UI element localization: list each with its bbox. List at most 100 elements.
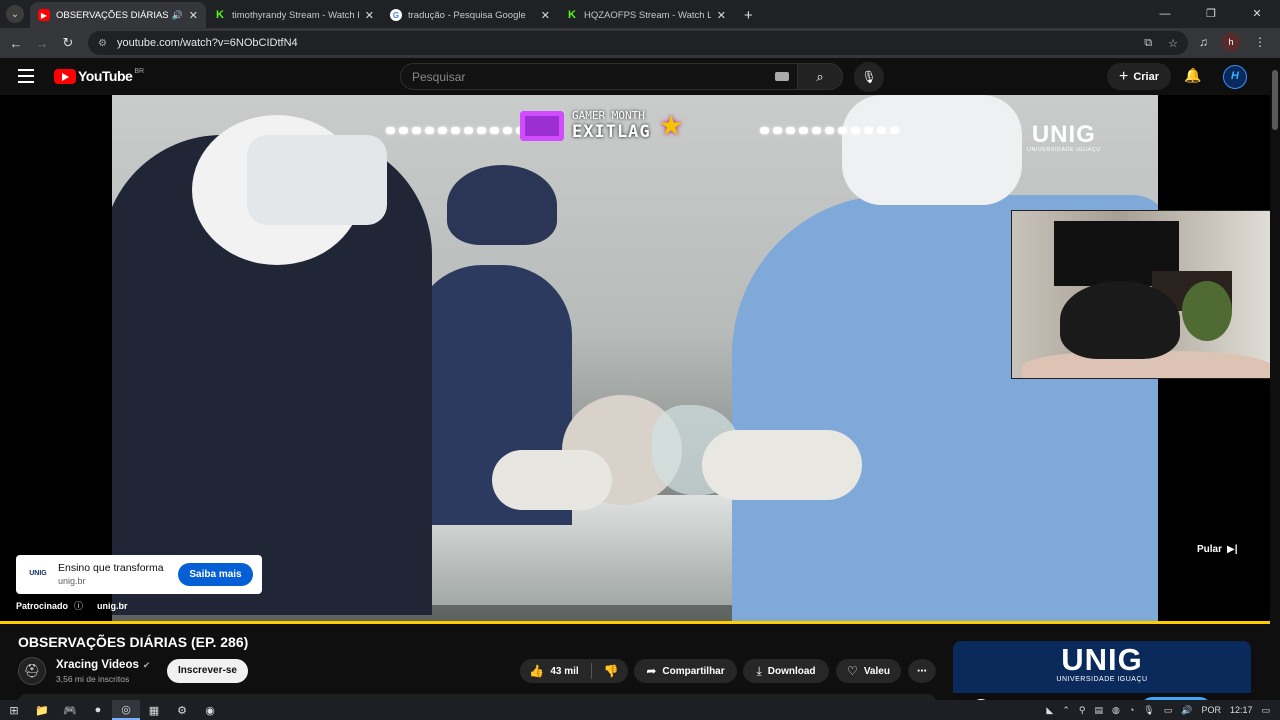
file-explorer-icon[interactable]: 📁 (28, 700, 56, 720)
scrollbar-thumb[interactable] (1272, 70, 1278, 130)
skip-ad-button[interactable]: Pular ▶| (1197, 544, 1238, 555)
chrome-icon[interactable]: ◎ (112, 700, 140, 720)
site-info-icon[interactable]: ⚙ (98, 38, 107, 49)
tray-app-icon[interactable]: ▭ (1164, 705, 1173, 716)
ad-headline: Ensino que transforma (58, 562, 164, 574)
logo-text: YouTube (78, 68, 133, 84)
volume-icon[interactable]: 🔊 (1181, 705, 1192, 716)
speaker-icon[interactable]: 🔊 (172, 10, 183, 21)
youtube-logo[interactable]: YouTube BR (54, 68, 144, 84)
youtube-icon: ▶ (38, 9, 50, 21)
country-code: BR (134, 67, 145, 75)
kick-icon: K (216, 9, 224, 21)
browser-tab-strip: ⌄ ▶ OBSERVAÇÕES DIÁRIAS (EP. 286) - YouT… (0, 0, 1280, 28)
tab-google[interactable]: G tradução - Pesquisa Google ✕ (382, 2, 558, 28)
keyboard-icon[interactable] (775, 72, 789, 81)
nvidia-icon[interactable]: ◣ (1046, 705, 1053, 716)
close-tab-icon[interactable]: ✕ (189, 9, 198, 22)
sponsored-label: Patrocinado (16, 600, 69, 611)
share-button[interactable]: ➦ Compartilhar (634, 659, 737, 683)
language-indicator[interactable]: POR (1201, 705, 1221, 715)
kick-icon: K (568, 9, 576, 21)
account-avatar[interactable]: H (1223, 65, 1247, 89)
bell-icon[interactable]: 🔔 (1184, 67, 1201, 84)
video-figure (447, 165, 557, 245)
os-taskbar: ⊞ 📁 🎮 ● ◎ ▦ ⚙ ◉ ◣ ⌃ ⚲ ▤ ◍ ◔ 🎙 ▭ 🔊 POR 12… (0, 700, 1280, 720)
plus-icon: + (1118, 67, 1129, 85)
media-controls-icon[interactable]: ♫ (1199, 35, 1208, 49)
install-app-icon[interactable]: ⧉ (1144, 37, 1152, 50)
search-button[interactable]: ⌕ (797, 63, 843, 90)
download-button[interactable]: ⤓ Download (743, 659, 829, 683)
new-tab-icon[interactable]: + (744, 7, 753, 24)
advertiser-logo: UNIG (29, 570, 47, 577)
restore-icon[interactable]: ❐ (1188, 0, 1234, 28)
forward-icon[interactable]: → (29, 36, 55, 51)
minimize-icon[interactable]: — (1142, 0, 1188, 28)
chevron-up-icon[interactable]: ⌃ (1062, 705, 1070, 716)
close-tab-icon[interactable]: ✕ (365, 9, 374, 22)
clock[interactable]: 12:17 (1230, 705, 1253, 715)
tab-hqzaofps[interactable]: K HQZAOFPS Stream - Watch Live ✕ (558, 2, 734, 28)
calendar-app-icon[interactable]: ▦ (140, 700, 168, 720)
video-player[interactable]: GAMER MONTH EXITLAG ★ UNIG UNIVERSIDADE … (0, 95, 1270, 622)
voice-search-button[interactable]: 🎙 (854, 62, 884, 92)
close-window-icon[interactable]: ✕ (1234, 0, 1280, 28)
tab-search-button[interactable]: ⌄ (6, 5, 24, 23)
window-controls: — ❐ ✕ (1142, 0, 1280, 28)
like-button[interactable]: 👍 43 mil (529, 664, 578, 678)
tray-app-icon[interactable]: ◍ (1112, 705, 1120, 716)
overlay-dots (760, 127, 899, 135)
address-bar[interactable]: ⚙ youtube.com/watch?v=6NObCIDtfN4 ⧉ ☆ (88, 31, 1188, 55)
back-icon[interactable]: ← (3, 36, 29, 51)
ad-progress-bar[interactable] (0, 621, 1270, 624)
tray-app-icon[interactable]: ◔ (1129, 705, 1134, 715)
tab-title: timothyrandy Stream - Watch Live (232, 9, 359, 21)
advertiser-watermark: UNIG UNIVERSIDADE IGUAÇU (1027, 121, 1101, 154)
network-icon[interactable]: ⚲ (1079, 705, 1086, 716)
steam-icon[interactable]: ⚙ (168, 700, 196, 720)
video-figure (702, 430, 862, 500)
channel-name-text[interactable]: Xracing Videos (56, 659, 139, 671)
watermark-brand: UNIG (1031, 121, 1096, 148)
youtube-masthead: YouTube BR Pesquisar ⌕ 🎙 + Criar 🔔 H (0, 58, 1280, 95)
thanks-button[interactable]: ♡ Valeu (836, 659, 901, 683)
windows-start-icon[interactable]: ⊞ (0, 700, 28, 720)
sponsored-domain[interactable]: unig.br (97, 601, 128, 611)
profile-avatar[interactable]: h (1222, 33, 1240, 51)
info-icon[interactable]: ⓘ (74, 599, 83, 612)
xbox-app-icon[interactable]: 🎮 (56, 700, 84, 720)
menu-icon[interactable] (18, 69, 34, 83)
tab-youtube[interactable]: ▶ OBSERVAÇÕES DIÁRIAS (EP. 286) - YouTub… (30, 2, 206, 28)
video-figure (247, 135, 387, 225)
microphone-icon[interactable]: 🎙 (1143, 705, 1154, 716)
bookmark-star-icon[interactable]: ☆ (1168, 37, 1178, 50)
channel-avatar[interactable]: ⛑ (18, 657, 46, 685)
learn-more-button[interactable]: Saiba mais (178, 563, 253, 586)
streamer-webcam (1011, 210, 1270, 379)
tray-app-icon[interactable]: ▤ (1094, 705, 1103, 716)
subscribe-button[interactable]: Inscrever-se (167, 659, 248, 683)
close-tab-icon[interactable]: ✕ (717, 9, 726, 22)
spotify-icon[interactable]: ● (84, 700, 112, 720)
search-input[interactable]: Pesquisar (400, 63, 798, 90)
discord-icon[interactable]: ◉ (196, 700, 224, 720)
download-icon: ⤓ (756, 663, 762, 678)
notifications-icon[interactable]: ▭ (1261, 705, 1270, 716)
create-button[interactable]: + Criar (1107, 63, 1171, 90)
reload-icon[interactable]: ↻ (55, 35, 81, 51)
side-ad-brand: UNIG (1061, 642, 1143, 677)
more-actions-button[interactable]: ⋯ (908, 659, 936, 683)
star-icon: ★ (658, 110, 684, 141)
verified-icon: ✔ (142, 660, 151, 670)
ad-card[interactable]: UNIG Ensino que transforma unig.br Saiba… (16, 555, 262, 594)
channel-name[interactable]: Xracing Videos ✔ (56, 659, 150, 671)
google-icon: G (390, 9, 402, 21)
browser-menu-icon[interactable]: ⋮ (1254, 35, 1266, 49)
dislike-button[interactable]: 👎 (604, 664, 619, 678)
close-tab-icon[interactable]: ✕ (541, 9, 550, 22)
create-label: Criar (1133, 70, 1160, 83)
tab-timothyrandy[interactable]: K timothyrandy Stream - Watch Live ✕ (206, 2, 382, 28)
space-invader-icon (520, 110, 564, 141)
page-scrollbar[interactable] (1270, 58, 1280, 698)
